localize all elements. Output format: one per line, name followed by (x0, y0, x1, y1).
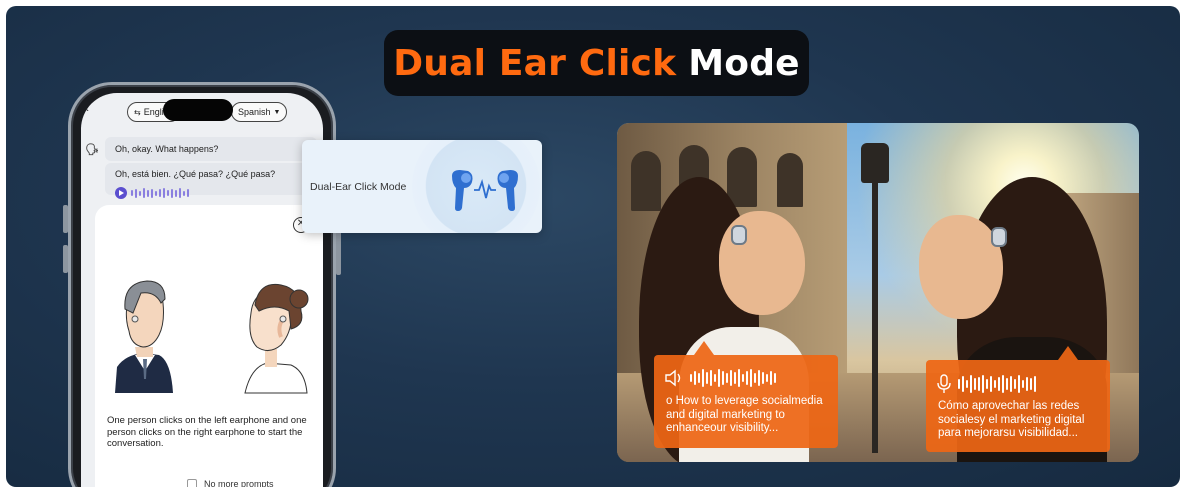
caption-left-audio (664, 369, 776, 387)
caption-left-text: o How to leverage socialmedia and digita… (666, 395, 823, 434)
earbud-left-user (731, 225, 747, 245)
phone-mockup: ‹ ⇆ English Spanish ▼ 🗣 Oh, okay. What h… (63, 82, 341, 487)
volume-icon (665, 369, 681, 387)
target-language-selector[interactable]: Spanish ▼ (231, 102, 288, 122)
building-window (727, 147, 757, 207)
play-icon[interactable] (115, 187, 127, 199)
target-language-label: Spanish (238, 107, 271, 117)
no-more-prompts-label: No more prompts (204, 479, 274, 487)
audio-playback[interactable] (115, 187, 189, 199)
earbud-right-user (991, 227, 1007, 247)
speaker-icon: 🗣 (85, 144, 99, 156)
dual-ear-mode-card[interactable]: Dual-Ear Click Mode (302, 140, 542, 233)
phone-volume-button (63, 205, 68, 233)
phone-screen: ‹ ⇆ English Spanish ▼ 🗣 Oh, okay. What h… (81, 93, 323, 487)
instruction-text: One person clicks on the left earphone a… (107, 415, 307, 449)
chat-message: Oh, okay. What happens? (105, 137, 317, 161)
caption-left: o How to leverage socialmedia and digita… (654, 341, 838, 448)
no-more-prompts-checkbox[interactable] (187, 479, 197, 487)
title-accent: Dual Ear Click (393, 42, 677, 84)
caption-waveform (958, 375, 1036, 393)
phone-volume-button-2 (63, 245, 68, 273)
microphone-icon (937, 374, 951, 393)
street-lamp-head (861, 143, 889, 183)
chevron-down-icon: ▼ (273, 108, 281, 116)
dynamic-island (163, 99, 233, 121)
building-window (631, 151, 661, 211)
conversation-illustration (115, 280, 309, 394)
page-title: Dual Ear Click Mode (384, 30, 809, 96)
back-chevron-icon[interactable]: ‹ (85, 101, 89, 115)
caption-right-audio (936, 374, 1036, 394)
street-lamp (872, 153, 878, 453)
earbuds-icon (452, 170, 518, 211)
conversation-photo: o How to leverage socialmedia and digita… (617, 123, 1139, 462)
man-illustration (115, 280, 173, 393)
no-more-prompts-option[interactable]: No more prompts (187, 479, 274, 487)
woman-illustration (244, 283, 309, 394)
audio-waveform (131, 188, 189, 198)
banner: Dual Ear Click Mode ‹ ⇆ English Spanish … (6, 6, 1180, 487)
chat-message-text: Oh, está bien. ¿Qué pasa? ¿Qué pasa? (115, 169, 276, 179)
title-rest: Mode (688, 42, 800, 84)
caption-waveform (690, 369, 776, 387)
chat-message-text: Oh, okay. What happens? (115, 144, 219, 154)
mode-card-label: Dual-Ear Click Mode (310, 181, 407, 193)
language-swap-icon: ⇆ (134, 107, 141, 117)
instruction-modal: ✕ One person clicks on the left earphone… (95, 205, 323, 487)
caption-right-text: Cómo aprovechar las redes socialesy el m… (938, 400, 1085, 439)
caption-right: Cómo aprovechar las redes socialesy el m… (926, 346, 1110, 452)
building-window (777, 153, 803, 207)
